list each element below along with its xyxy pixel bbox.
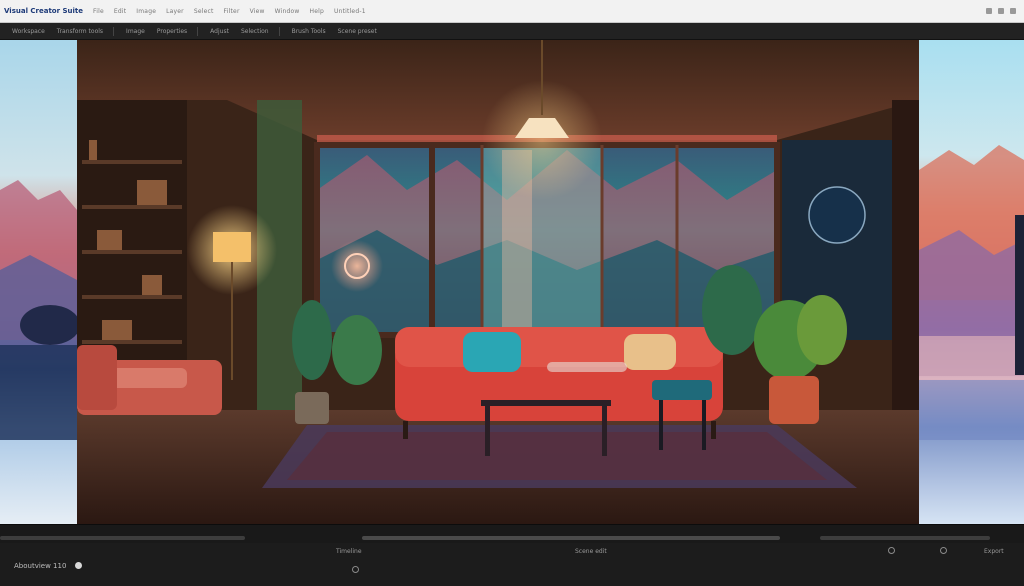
- timeline-bar: [0, 525, 1024, 543]
- export-label[interactable]: Export: [984, 548, 1004, 555]
- toolbar-item-preset[interactable]: Scene preset: [338, 28, 377, 35]
- image-canvas[interactable]: [77, 40, 919, 524]
- scene-status: Scene edit: [575, 548, 607, 555]
- app-title: Visual Creator Suite: [4, 7, 84, 15]
- title-bar: Visual Creator Suite File Edit Image Lay…: [0, 0, 1024, 23]
- toolbar-item-selection[interactable]: Selection: [241, 28, 269, 35]
- zoom-slider-knob[interactable]: [75, 562, 82, 569]
- menu-file[interactable]: File: [93, 8, 104, 15]
- left-preview-panel[interactable]: [0, 40, 77, 524]
- menu-layer[interactable]: Layer: [166, 8, 184, 15]
- living-room-artwork: [77, 40, 919, 524]
- share-icon[interactable]: [940, 547, 947, 554]
- menu-edit[interactable]: Edit: [114, 8, 126, 15]
- settings-icon[interactable]: [888, 547, 895, 554]
- toolbar-item-brush[interactable]: Brush Tools: [292, 28, 326, 35]
- mountain-preview-left: [0, 180, 77, 440]
- menu-image[interactable]: Image: [136, 8, 156, 15]
- toolbar-item-adjust[interactable]: Adjust: [210, 28, 229, 35]
- zoom-level: Aboutview 110: [14, 562, 67, 570]
- close-icon[interactable]: [1010, 8, 1016, 14]
- menu-help[interactable]: Help: [310, 8, 324, 15]
- toolbar-item-transform[interactable]: Transform tools: [57, 28, 103, 35]
- timeline-label: Timeline: [336, 548, 362, 555]
- footer-panel: Timeline Scene edit Export Aboutview 110: [0, 524, 1024, 586]
- toolbar-item-image[interactable]: Image: [126, 28, 145, 35]
- toolbar-divider: [197, 26, 199, 36]
- document-name: Untitled-1: [334, 7, 366, 15]
- menu-view[interactable]: View: [250, 8, 265, 15]
- workspace: [0, 40, 1024, 524]
- menu-filter[interactable]: Filter: [224, 8, 240, 15]
- toolbar-divider: [278, 26, 280, 36]
- menu-select[interactable]: Select: [194, 8, 214, 15]
- maximize-icon[interactable]: [998, 8, 1004, 14]
- timeline-track-left[interactable]: [0, 536, 245, 540]
- toolbar-item-workspace[interactable]: Workspace: [12, 28, 45, 35]
- mountain-preview-right: [919, 145, 1024, 440]
- minimize-icon[interactable]: [986, 8, 992, 14]
- right-preview-panel[interactable]: [919, 40, 1024, 524]
- options-toolbar: Workspace Transform tools Image Properti…: [0, 23, 1024, 40]
- menu-window[interactable]: Window: [275, 8, 300, 15]
- toolbar-item-properties[interactable]: Properties: [157, 28, 187, 35]
- timeline-track-right[interactable]: [820, 536, 990, 540]
- toolbar-divider: [113, 26, 115, 36]
- timeline-track-main[interactable]: [362, 536, 780, 540]
- record-icon[interactable]: [352, 566, 359, 573]
